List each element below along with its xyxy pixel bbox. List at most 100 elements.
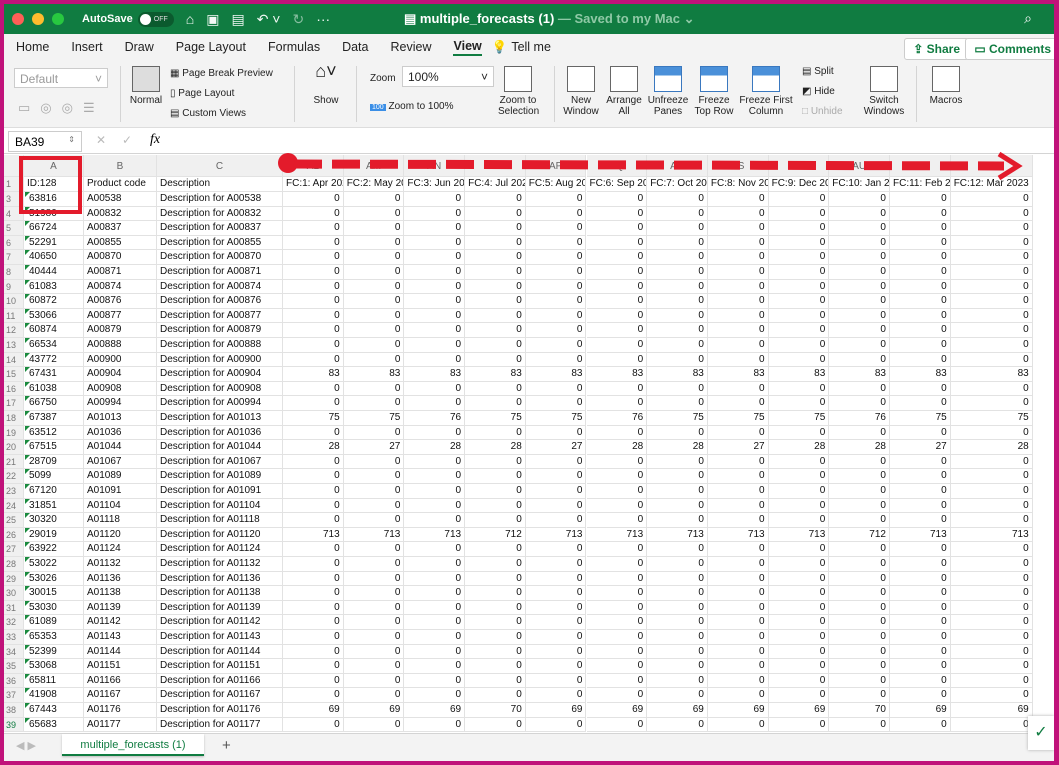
forecast-cell[interactable]: 0 bbox=[707, 571, 769, 587]
forecast-cell[interactable]: 0 bbox=[707, 338, 769, 353]
row-number[interactable]: 8 bbox=[4, 265, 24, 280]
product-code-cell[interactable]: A01089 bbox=[84, 469, 157, 484]
product-code-cell[interactable]: A01138 bbox=[84, 586, 157, 601]
forecast-cell[interactable]: 0 bbox=[343, 381, 405, 397]
tab-page-layout[interactable]: Page Layout bbox=[176, 40, 246, 54]
forecast-cell[interactable]: 0 bbox=[404, 600, 466, 616]
forecast-cell[interactable]: 0 bbox=[525, 717, 587, 733]
forecast-cell[interactable]: 0 bbox=[707, 206, 769, 222]
forecast-cell[interactable]: 0 bbox=[465, 498, 526, 514]
forecast-cell[interactable]: 0 bbox=[283, 571, 344, 587]
forecast-cell[interactable]: 0 bbox=[404, 615, 466, 630]
id-cell[interactable]: 52399 bbox=[24, 644, 84, 660]
forecast-cell[interactable]: 0 bbox=[647, 469, 708, 484]
forecast-cell[interactable]: 0 bbox=[404, 396, 466, 411]
forecast-cell[interactable]: 0 bbox=[707, 265, 769, 280]
forecast-cell[interactable]: 0 bbox=[404, 279, 466, 295]
product-code-cell[interactable]: A01166 bbox=[84, 673, 157, 689]
description-cell[interactable]: Description for A00994 bbox=[157, 396, 283, 411]
forecast-cell[interactable]: 0 bbox=[586, 338, 648, 353]
forecast-cell[interactable]: 0 bbox=[465, 221, 526, 236]
sheet-view-select[interactable]: Default ˅ bbox=[14, 68, 108, 88]
forecast-cell[interactable]: 0 bbox=[525, 221, 587, 236]
description-cell[interactable]: Description for A01067 bbox=[157, 454, 283, 470]
forecast-cell[interactable]: 69 bbox=[950, 703, 1033, 718]
forecast-cell[interactable]: 0 bbox=[404, 513, 466, 528]
id-cell[interactable]: 60872 bbox=[24, 294, 84, 309]
forecast-cell[interactable]: 0 bbox=[829, 600, 890, 616]
forecast-cell[interactable]: 0 bbox=[647, 717, 708, 733]
forecast-cell[interactable]: 0 bbox=[283, 250, 344, 265]
header-cell[interactable]: FC:5: Aug 2022 bbox=[525, 177, 587, 192]
tab-home[interactable]: Home bbox=[16, 40, 49, 54]
forecast-cell[interactable]: 0 bbox=[829, 542, 890, 557]
forecast-cell[interactable]: 0 bbox=[586, 688, 648, 703]
forecast-cell[interactable]: 0 bbox=[465, 235, 526, 251]
product-code-cell[interactable]: A01151 bbox=[84, 659, 157, 674]
forecast-cell[interactable]: 0 bbox=[586, 323, 648, 338]
forecast-cell[interactable]: 0 bbox=[525, 338, 587, 353]
forecast-cell[interactable]: 28 bbox=[768, 440, 830, 455]
forecast-cell[interactable]: 0 bbox=[707, 513, 769, 528]
forecast-cell[interactable]: 0 bbox=[283, 206, 344, 222]
forecast-cell[interactable]: 0 bbox=[465, 206, 526, 222]
forecast-cell[interactable]: 0 bbox=[586, 615, 648, 630]
forecast-cell[interactable]: 0 bbox=[404, 484, 466, 499]
product-code-cell[interactable]: A00855 bbox=[84, 235, 157, 251]
forecast-cell[interactable]: 0 bbox=[586, 279, 648, 295]
description-cell[interactable]: Description for A00871 bbox=[157, 265, 283, 280]
forecast-cell[interactable]: 0 bbox=[465, 381, 526, 397]
product-code-cell[interactable]: A01144 bbox=[84, 644, 157, 660]
forecast-cell[interactable]: 0 bbox=[707, 644, 769, 660]
forecast-cell[interactable]: 0 bbox=[890, 206, 951, 222]
forecast-cell[interactable]: 0 bbox=[890, 338, 951, 353]
forecast-cell[interactable]: 0 bbox=[829, 279, 890, 295]
document-title[interactable]: ▤ multiple_forecasts (1) — Saved to my M… bbox=[404, 11, 695, 27]
id-cell[interactable]: 66724 bbox=[24, 221, 84, 236]
row-number[interactable]: 26 bbox=[4, 527, 24, 543]
forecast-cell[interactable]: 0 bbox=[829, 381, 890, 397]
forecast-cell[interactable]: 0 bbox=[343, 498, 405, 514]
forecast-cell[interactable]: 83 bbox=[890, 367, 951, 382]
forecast-cell[interactable]: 83 bbox=[768, 367, 830, 382]
forecast-cell[interactable]: 83 bbox=[707, 367, 769, 382]
forecast-cell[interactable]: 0 bbox=[890, 615, 951, 630]
forecast-cell[interactable]: 0 bbox=[890, 221, 951, 236]
forecast-cell[interactable]: 0 bbox=[465, 688, 526, 703]
product-code-cell[interactable]: A00832 bbox=[84, 206, 157, 222]
forecast-cell[interactable]: 0 bbox=[586, 469, 648, 484]
product-code-cell[interactable]: A01036 bbox=[84, 425, 157, 441]
forecast-cell[interactable]: 0 bbox=[283, 396, 344, 411]
description-cell[interactable]: Description for A00904 bbox=[157, 367, 283, 382]
forecast-cell[interactable]: 0 bbox=[768, 615, 830, 630]
cancel-icon[interactable]: ✕ bbox=[96, 133, 106, 147]
forecast-cell[interactable]: 0 bbox=[586, 192, 648, 207]
description-cell[interactable]: Description for A00832 bbox=[157, 206, 283, 222]
column-header[interactable]: AN bbox=[404, 155, 466, 177]
description-cell[interactable]: Description for A00900 bbox=[157, 352, 283, 368]
forecast-cell[interactable]: 0 bbox=[404, 469, 466, 484]
forecast-cell[interactable]: 0 bbox=[890, 659, 951, 674]
comments-button[interactable]: ▭ Comments bbox=[965, 38, 1054, 60]
forecast-cell[interactable]: 0 bbox=[404, 381, 466, 397]
id-cell[interactable]: 41908 bbox=[24, 688, 84, 703]
forecast-cell[interactable]: 713 bbox=[404, 527, 466, 543]
fx-icon[interactable]: fx bbox=[150, 132, 160, 148]
row-number[interactable]: 17 bbox=[4, 396, 24, 411]
forecast-cell[interactable]: 0 bbox=[768, 484, 830, 499]
forecast-cell[interactable]: 0 bbox=[525, 235, 587, 251]
column-header[interactable]: B bbox=[84, 155, 157, 177]
row-number[interactable]: 10 bbox=[4, 294, 24, 309]
forecast-cell[interactable]: 0 bbox=[950, 630, 1033, 645]
forecast-cell[interactable]: 0 bbox=[890, 513, 951, 528]
forecast-cell[interactable]: 69 bbox=[647, 703, 708, 718]
forecast-cell[interactable]: 0 bbox=[950, 235, 1033, 251]
forecast-cell[interactable]: 69 bbox=[890, 703, 951, 718]
forecast-cell[interactable]: 0 bbox=[343, 659, 405, 674]
forecast-cell[interactable]: 0 bbox=[829, 192, 890, 207]
forecast-cell[interactable]: 0 bbox=[829, 557, 890, 572]
forecast-cell[interactable]: 0 bbox=[586, 557, 648, 572]
row-number[interactable]: 11 bbox=[4, 308, 24, 324]
forecast-cell[interactable]: 0 bbox=[465, 425, 526, 441]
id-cell[interactable]: 67387 bbox=[24, 411, 84, 426]
